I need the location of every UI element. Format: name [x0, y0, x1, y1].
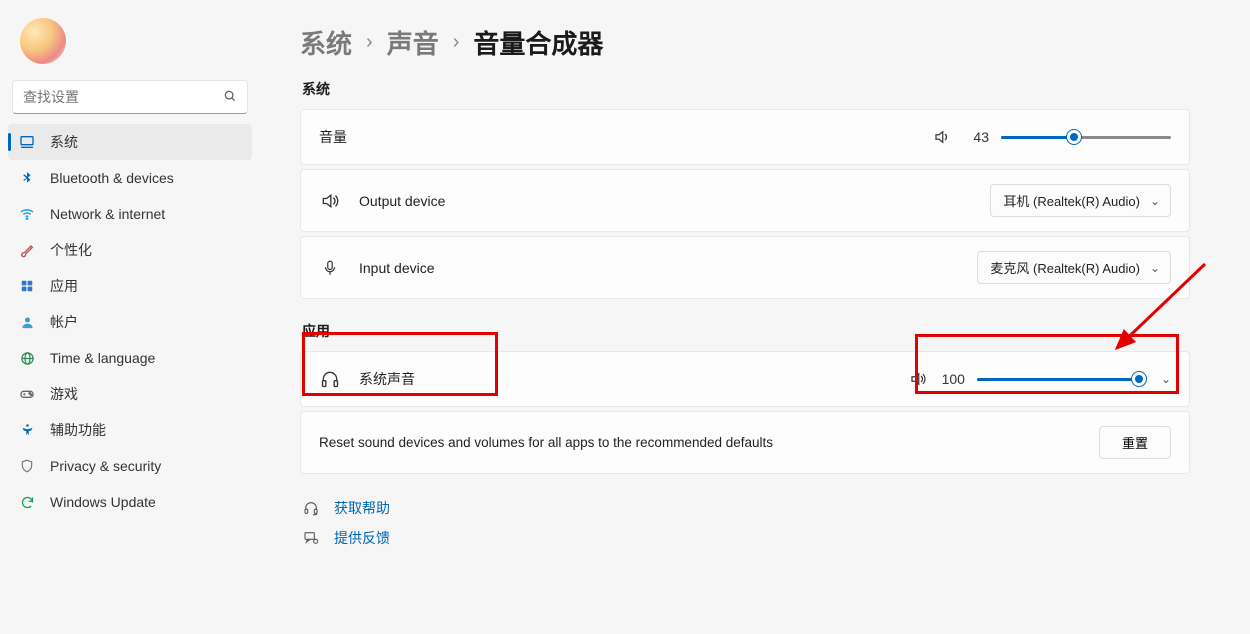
main-content: 系统 › 声音 › 音量合成器 系统 音量 43 Output device 耳… [300, 24, 1190, 558]
sidebar-item-label: Privacy & security [50, 458, 161, 474]
get-help-label: 获取帮助 [334, 498, 390, 518]
system-sound-slider[interactable] [977, 371, 1139, 387]
section-apps-label: 应用 [302, 321, 1190, 341]
reset-text: Reset sound devices and volumes for all … [319, 435, 773, 450]
search-box[interactable] [12, 80, 248, 114]
input-device-label: Input device [359, 260, 435, 276]
sidebar-item-bluetooth[interactable]: Bluetooth & devices [8, 160, 252, 196]
sidebar-item-label: 系统 [50, 132, 78, 152]
sidebar-item-system[interactable]: 系统 [8, 124, 252, 160]
output-device-label: Output device [359, 193, 445, 209]
sidebar-item-time[interactable]: Time & language [8, 340, 252, 376]
sidebar-item-label: 帐户 [50, 312, 78, 332]
sidebar-item-label: 辅助功能 [50, 420, 106, 440]
sidebar-item-label: Bluetooth & devices [50, 170, 174, 186]
system-sound-card: 系统声音 100 ⌄ [300, 351, 1190, 407]
volume-card: 音量 43 [300, 109, 1190, 165]
bluetooth-icon [18, 169, 36, 187]
sidebar-item-label: Network & internet [50, 206, 165, 222]
input-device-card: Input device 麦克风 (Realtek(R) Audio) ⌄ [300, 236, 1190, 299]
update-icon [18, 493, 36, 511]
sidebar-item-personalization[interactable]: 个性化 [8, 232, 252, 268]
sidebar-item-privacy[interactable]: Privacy & security [8, 448, 252, 484]
feedback-link[interactable]: 提供反馈 [302, 528, 1190, 548]
search-icon [223, 89, 237, 106]
breadcrumb-sep: › [366, 31, 373, 54]
feedback-icon [302, 529, 320, 547]
sidebar-item-accounts[interactable]: 帐户 [8, 304, 252, 340]
sidebar-item-label: 个性化 [50, 240, 92, 260]
breadcrumb: 系统 › 声音 › 音量合成器 [300, 24, 1190, 61]
input-device-selected: 麦克风 (Realtek(R) Audio) [990, 258, 1140, 277]
speaker-icon[interactable] [931, 126, 953, 148]
breadcrumb-sep: › [453, 31, 460, 54]
chevron-down-icon[interactable]: ⌄ [1161, 372, 1171, 386]
sidebar-item-update[interactable]: Windows Update [8, 484, 252, 520]
sidebar-item-label: Windows Update [50, 494, 156, 510]
gamepad-icon [18, 385, 36, 403]
section-system-label: 系统 [302, 79, 1190, 99]
reset-card: Reset sound devices and volumes for all … [300, 411, 1190, 474]
breadcrumb-system[interactable]: 系统 [300, 24, 352, 61]
output-device-dropdown[interactable]: 耳机 (Realtek(R) Audio) ⌄ [990, 184, 1171, 217]
search-input[interactable] [23, 89, 223, 105]
footer-links: 获取帮助 提供反馈 [302, 498, 1190, 548]
nav-list: 系统 Bluetooth & devices Network & interne… [8, 124, 252, 520]
volume-value: 43 [965, 129, 989, 145]
volume-slider[interactable] [1001, 129, 1171, 145]
sidebar-item-label: 游戏 [50, 384, 78, 404]
sidebar-item-apps[interactable]: 应用 [8, 268, 252, 304]
apps-icon [18, 277, 36, 295]
output-device-card: Output device 耳机 (Realtek(R) Audio) ⌄ [300, 169, 1190, 232]
input-device-dropdown[interactable]: 麦克风 (Realtek(R) Audio) ⌄ [977, 251, 1171, 284]
avatar[interactable] [20, 18, 66, 64]
system-icon [18, 133, 36, 151]
brush-icon [18, 241, 36, 259]
system-sound-value: 100 [941, 371, 965, 387]
breadcrumb-sound[interactable]: 声音 [387, 24, 439, 61]
volume-title: 音量 [319, 127, 347, 147]
speaker-loud-icon [319, 190, 341, 212]
breadcrumb-current: 音量合成器 [473, 24, 603, 61]
sidebar-item-gaming[interactable]: 游戏 [8, 376, 252, 412]
accessibility-icon [18, 421, 36, 439]
globe-icon [18, 349, 36, 367]
sidebar-item-label: Time & language [50, 350, 155, 366]
wifi-icon [18, 205, 36, 223]
get-help-link[interactable]: 获取帮助 [302, 498, 1190, 518]
account-icon [18, 313, 36, 331]
help-icon [302, 499, 320, 517]
headphones-icon [319, 368, 341, 390]
sidebar-item-network[interactable]: Network & internet [8, 196, 252, 232]
shield-icon [18, 457, 36, 475]
speaker-icon[interactable] [907, 368, 929, 390]
chevron-down-icon: ⌄ [1150, 261, 1160, 275]
feedback-label: 提供反馈 [334, 528, 390, 548]
output-device-selected: 耳机 (Realtek(R) Audio) [1003, 191, 1140, 210]
microphone-icon [319, 257, 341, 279]
sidebar-item-accessibility[interactable]: 辅助功能 [8, 412, 252, 448]
system-sound-label: 系统声音 [359, 369, 415, 389]
sidebar: 系统 Bluetooth & devices Network & interne… [0, 0, 260, 634]
sidebar-item-label: 应用 [50, 276, 78, 296]
reset-button[interactable]: 重置 [1099, 426, 1171, 459]
chevron-down-icon: ⌄ [1150, 194, 1160, 208]
